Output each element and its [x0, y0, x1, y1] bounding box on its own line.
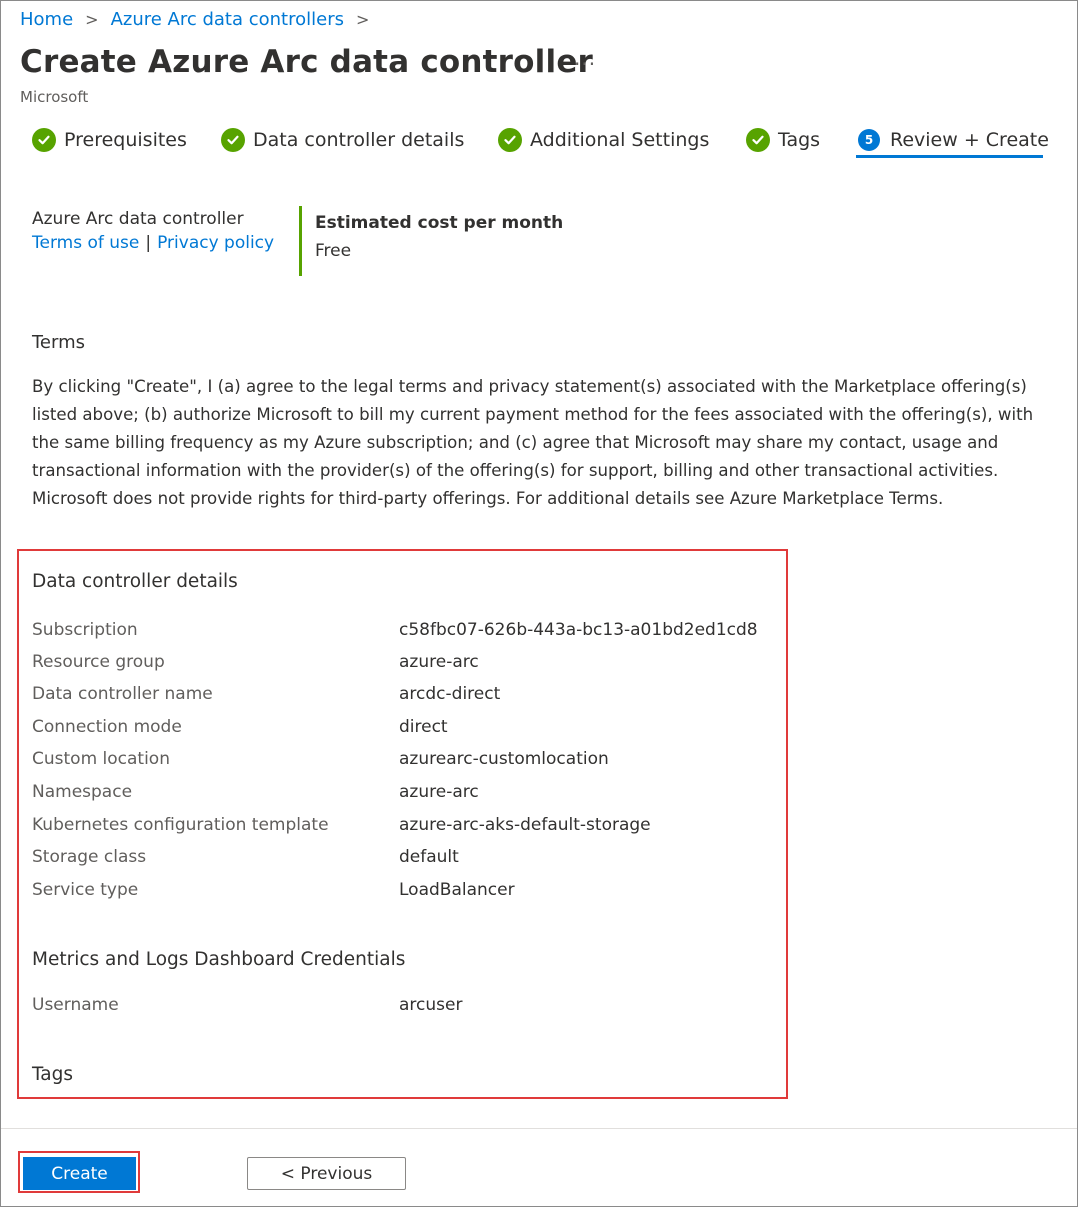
- tab-label: Prerequisites: [64, 129, 187, 151]
- row-value: azurearc-customlocation: [399, 749, 609, 769]
- offer-name: Azure Arc data controller: [32, 209, 244, 229]
- tab-prerequisites[interactable]: Prerequisites: [32, 124, 187, 156]
- summary-row-service-type: Service type LoadBalancer: [32, 880, 792, 904]
- create-button[interactable]: Create: [23, 1157, 136, 1190]
- summary-row-subscription: Subscription c58fbc07-626b-443a-bc13-a01…: [32, 620, 792, 644]
- checkmark-circle-icon: [498, 128, 522, 152]
- page-title: Create Azure Arc data controller: [20, 44, 594, 80]
- row-value: c58fbc07-626b-443a-bc13-a01bd2ed1cd8: [399, 620, 758, 640]
- row-label: Custom location: [32, 749, 170, 769]
- chevron-right-icon: >: [355, 10, 370, 29]
- privacy-policy-link[interactable]: Privacy policy: [157, 233, 274, 253]
- terms-heading: Terms: [32, 332, 86, 353]
- row-value: azure-arc-aks-default-storage: [399, 815, 651, 835]
- summary-row-resource-group: Resource group azure-arc: [32, 652, 792, 676]
- publisher-label: Microsoft: [20, 88, 89, 106]
- row-value: LoadBalancer: [399, 880, 515, 900]
- breadcrumb: Home > Azure Arc data controllers >: [20, 9, 381, 30]
- link-separator: |: [145, 233, 152, 253]
- terms-of-use-link[interactable]: Terms of use: [32, 233, 139, 253]
- cost-divider: [299, 206, 302, 276]
- row-label: Namespace: [32, 782, 133, 802]
- row-label: Service type: [32, 880, 139, 900]
- row-value: azure-arc: [399, 652, 479, 672]
- summary-row-custom-location: Custom location azurearc-customlocation: [32, 749, 792, 773]
- row-label: Kubernetes configuration template: [32, 815, 329, 835]
- row-value: arcdc-direct: [399, 684, 501, 704]
- tab-label: Data controller details: [253, 129, 465, 151]
- tab-tags[interactable]: Tags: [746, 124, 820, 156]
- cost-label: Estimated cost per month: [315, 213, 564, 233]
- checkmark-circle-icon: [221, 128, 245, 152]
- footer-divider: [1, 1128, 1077, 1129]
- row-label: Subscription: [32, 620, 138, 640]
- details-heading: Data controller details: [32, 571, 238, 592]
- terms-text: By clicking "Create", I (a) agree to the…: [32, 377, 1034, 508]
- row-value: default: [399, 847, 459, 867]
- more-options-icon[interactable]: ···: [574, 52, 596, 76]
- tab-data-controller-details[interactable]: Data controller details: [221, 124, 464, 156]
- summary-row-storage-class: Storage class default: [32, 847, 792, 871]
- row-label: Storage class: [32, 847, 147, 867]
- row-label: Connection mode: [32, 717, 182, 737]
- row-label: Data controller name: [32, 684, 213, 704]
- tab-label: Additional Settings: [530, 129, 710, 151]
- summary-row-data-controller-name: Data controller name arcdc-direct: [32, 684, 792, 708]
- checkmark-circle-icon: [32, 128, 56, 152]
- summary-row-kubernetes-template: Kubernetes configuration template azure-…: [32, 815, 792, 839]
- row-value: direct: [399, 717, 448, 737]
- row-value: arcuser: [399, 995, 463, 1015]
- tab-label: Review + Create: [890, 129, 1049, 151]
- tab-additional-settings[interactable]: Additional Settings: [498, 124, 709, 156]
- summary-row-connection-mode: Connection mode direct: [32, 717, 792, 741]
- active-tab-indicator: [856, 155, 1043, 158]
- cost-value: Free: [315, 241, 352, 261]
- row-label: Username: [32, 995, 119, 1015]
- offer-info: Azure Arc data controller Terms of use | P…: [32, 209, 274, 253]
- estimated-cost: Estimated cost per month Free: [315, 213, 563, 261]
- checkmark-circle-icon: [746, 128, 770, 152]
- row-value: azure-arc: [399, 782, 479, 802]
- summary-row-username: Username arcuser: [32, 995, 792, 1019]
- breadcrumb-home-link[interactable]: Home: [20, 9, 73, 30]
- credentials-heading: Metrics and Logs Dashboard Credentials: [32, 949, 406, 970]
- previous-button[interactable]: < Previous: [247, 1157, 406, 1190]
- row-label: Resource group: [32, 652, 165, 672]
- tags-heading: Tags: [32, 1064, 73, 1085]
- chevron-right-icon: >: [85, 10, 99, 29]
- tab-review-create[interactable]: 5 Review + Create: [858, 124, 1049, 156]
- summary-row-namespace: Namespace azure-arc: [32, 782, 792, 806]
- step-number-badge: 5: [858, 129, 880, 151]
- tab-label: Tags: [778, 129, 821, 151]
- breadcrumb-parent-link[interactable]: Azure Arc data controllers: [111, 9, 344, 30]
